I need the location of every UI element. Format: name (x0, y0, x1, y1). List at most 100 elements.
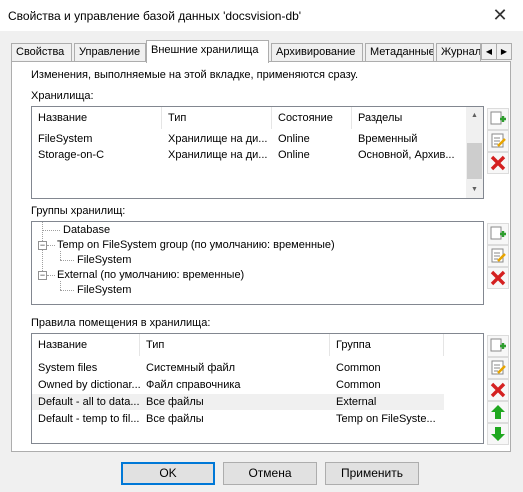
table-cell: Системный файл (146, 362, 236, 374)
scroll-down-button[interactable]: ▼ (466, 181, 483, 198)
chevron-left-icon: ◀ (485, 47, 493, 56)
table-cell: Файл справочника (146, 379, 241, 391)
move-rule-down-button[interactable] (487, 423, 509, 445)
column-header[interactable]: Группа (330, 334, 444, 356)
add-rule-button[interactable] (487, 335, 509, 357)
tree-connector (60, 260, 74, 261)
tree-connector (42, 230, 60, 231)
table-cell: Все файлы (146, 413, 204, 425)
delete-icon (490, 155, 506, 171)
table-cell: Все файлы (146, 396, 204, 408)
scroll-up-button[interactable]: ▲ (466, 107, 483, 124)
tab-management[interactable]: Управление (74, 43, 146, 62)
table-cell: Default - all to data... (38, 396, 140, 408)
column-header[interactable]: Тип (162, 107, 272, 129)
table-row-selected[interactable]: Default - all to data... Все файлы Exter… (32, 394, 444, 410)
apply-button[interactable]: Применить (325, 462, 419, 485)
storages-list[interactable]: Название Тип Состояние Разделы FileSyste… (31, 106, 484, 199)
table-row[interactable]: Owned by dictionar... Файл справочника C… (32, 377, 444, 393)
ok-button[interactable]: OK (121, 462, 215, 485)
add-storage-button[interactable] (487, 108, 509, 130)
edit-icon (491, 248, 506, 263)
table-cell: Хранилище на ди... (168, 149, 268, 161)
tree-connector (60, 281, 61, 290)
groups-label: Группы хранилищ: (31, 205, 126, 217)
collapse-icon[interactable]: − (38, 271, 47, 280)
column-header[interactable]: Разделы (352, 107, 467, 129)
info-text: Изменения, выполняемые на этой вкладке, … (31, 69, 359, 81)
add-icon (490, 111, 506, 125)
edit-storage-button[interactable] (487, 130, 509, 152)
move-rule-up-button[interactable] (487, 401, 509, 423)
rules-list[interactable]: Название Тип Группа System files Системн… (31, 333, 484, 444)
collapse-icon[interactable]: − (38, 241, 47, 250)
tab-scroll-left-button[interactable]: ◀ (481, 43, 497, 60)
column-header[interactable]: Название (32, 334, 140, 356)
edit-rule-button[interactable] (487, 357, 509, 379)
move-up-icon (491, 405, 505, 419)
groups-tree[interactable]: Database − Temp on FileSystem group (по … (31, 221, 484, 305)
add-group-button[interactable] (487, 223, 509, 245)
column-header[interactable]: Название (32, 107, 162, 129)
storages-label: Хранилища: (31, 90, 94, 102)
storages-scrollbar[interactable]: ▲ ▼ (466, 107, 483, 198)
table-row[interactable]: Storage-on-C Хранилище на ди... Online О… (32, 147, 468, 163)
delete-rule-button[interactable] (487, 379, 509, 401)
table-cell: Online (278, 149, 310, 161)
table-cell: Online (278, 133, 310, 145)
table-row[interactable]: System files Системный файл Common (32, 360, 444, 376)
tab-properties[interactable]: Свойства (11, 43, 72, 62)
tree-item[interactable]: Temp on FileSystem group (по умолчанию: … (57, 238, 335, 252)
table-row[interactable]: FileSystem Хранилище на ди... Online Вре… (32, 131, 468, 147)
tab-strip: Свойства Управление Внешние хранилища Ар… (11, 40, 512, 63)
edit-icon (491, 133, 506, 148)
title-bar: Свойства и управление базой данных 'docs… (0, 0, 523, 31)
tab-metadata[interactable]: Метаданные (365, 43, 434, 62)
column-header[interactable]: Тип (140, 334, 330, 356)
tree-connector (60, 290, 74, 291)
table-cell: Common (336, 379, 381, 391)
arrow-up-icon: ▲ (471, 112, 478, 119)
delete-storage-button[interactable] (487, 152, 509, 174)
tab-archiving[interactable]: Архивирование (271, 43, 363, 62)
tree-connector (60, 251, 61, 260)
close-button[interactable]: ✕ (477, 0, 523, 31)
arrow-down-icon: ▼ (471, 186, 478, 193)
tree-connector (47, 245, 55, 246)
move-down-icon (491, 427, 505, 441)
scrollbar-thumb[interactable] (467, 143, 482, 179)
table-cell: Storage-on-C (38, 149, 105, 161)
table-cell: Temp on FileSyste... (336, 413, 436, 425)
tree-item[interactable]: FileSystem (77, 253, 131, 267)
table-cell: Временный (358, 133, 418, 145)
delete-icon (490, 382, 506, 398)
table-cell: FileSystem (38, 133, 93, 145)
edit-group-button[interactable] (487, 245, 509, 267)
tab-panel: Изменения, выполняемые на этой вкладке, … (11, 61, 511, 452)
storages-header: Название Тип Состояние Разделы (32, 107, 483, 129)
rules-header: Название Тип Группа (32, 334, 483, 356)
tab-journal[interactable]: Журнал (436, 43, 481, 62)
close-icon: ✕ (492, 5, 508, 25)
tree-item[interactable]: Database (63, 223, 110, 237)
tree-connector (47, 275, 55, 276)
delete-icon (490, 270, 506, 286)
rules-label: Правила помещения в хранилища: (31, 317, 211, 329)
table-cell: System files (38, 362, 98, 374)
tree-item[interactable]: FileSystem (77, 283, 131, 297)
window-title: Свойства и управление базой данных 'docs… (8, 9, 302, 23)
table-row[interactable]: Default - temp to fil... Все файлы Temp … (32, 411, 444, 427)
edit-icon (491, 360, 506, 375)
tab-external-storages[interactable]: Внешние хранилища (146, 40, 269, 63)
cancel-button[interactable]: Отмена (223, 462, 317, 485)
delete-group-button[interactable] (487, 267, 509, 289)
table-cell: Хранилище на ди... (168, 133, 268, 145)
table-cell: External (336, 396, 377, 408)
table-cell: Default - temp to fil... (38, 413, 140, 425)
column-header[interactable]: Состояние (272, 107, 352, 129)
add-icon (490, 338, 506, 352)
tree-item[interactable]: External (по умолчанию: временные) (57, 268, 244, 282)
table-cell: Основной, Архив... (358, 149, 455, 161)
tab-scroll-right-button[interactable]: ▶ (496, 43, 512, 60)
chevron-right-icon: ▶ (500, 47, 508, 56)
